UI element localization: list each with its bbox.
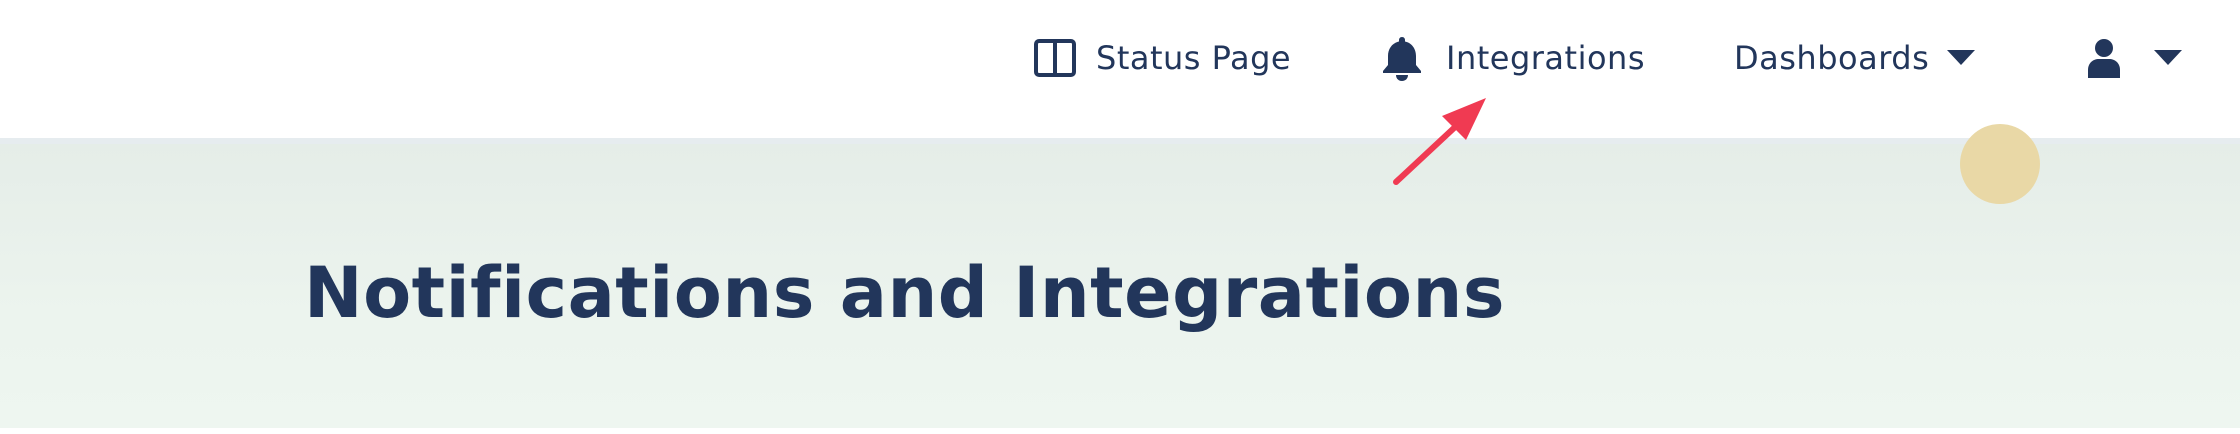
caret-down-icon bbox=[1947, 50, 1976, 66]
page-title: Notifications and Integrations bbox=[304, 252, 1506, 334]
bell-icon bbox=[1380, 35, 1424, 81]
user-menu[interactable] bbox=[2086, 0, 2182, 116]
dashboards-menu[interactable]: Dashboards bbox=[1734, 0, 1976, 116]
integrations-label: Integrations bbox=[1446, 39, 1645, 77]
hero-bottom-border bbox=[0, 428, 2240, 434]
dashboards-label: Dashboards bbox=[1734, 39, 1930, 77]
columns-icon bbox=[1034, 39, 1076, 77]
decorative-circle bbox=[1960, 124, 2040, 204]
status-page-label: Status Page bbox=[1096, 39, 1292, 77]
status-page-link[interactable]: Status Page bbox=[1034, 0, 1291, 116]
user-icon bbox=[2086, 38, 2122, 78]
user-menu-caret-icon bbox=[2154, 50, 2182, 66]
top-navigation-bar: Status Page Integrations Dashboards bbox=[0, 0, 2240, 144]
annotation-arrow-icon bbox=[1393, 98, 1486, 185]
